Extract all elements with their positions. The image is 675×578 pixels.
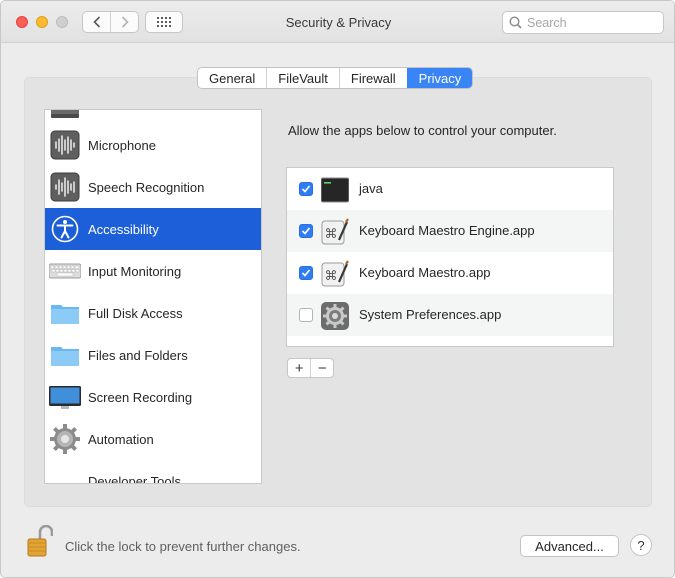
advanced-button[interactable]: Advanced... xyxy=(520,535,619,557)
accessibility-icon xyxy=(51,215,79,243)
sidebar-item-full-disk-access[interactable]: Full Disk Access xyxy=(45,292,261,334)
privacy-category-list[interactable]: Microphone Speech Recognition Accessibil… xyxy=(44,109,262,484)
help-button[interactable]: ? xyxy=(630,534,652,556)
app-row-keyboard-maestro[interactable]: ⌘ Keyboard Maestro.app xyxy=(287,252,613,294)
folder-icon xyxy=(51,305,79,324)
app-row-system-preferences[interactable]: System Preferences.app xyxy=(287,294,613,336)
display-icon xyxy=(49,386,81,409)
search-icon xyxy=(509,16,522,29)
app-checkbox[interactable] xyxy=(299,308,313,322)
tab-filevault[interactable]: FileVault xyxy=(266,68,339,88)
sidebar-item-files-and-folders[interactable]: Files and Folders xyxy=(45,334,261,376)
sidebar-item-label: Speech Recognition xyxy=(88,179,205,195)
system-preferences-icon xyxy=(321,302,349,330)
sidebar-item-label: Full Disk Access xyxy=(88,305,183,321)
search-field[interactable] xyxy=(502,11,664,34)
lock-status-text: Click the lock to prevent further change… xyxy=(65,539,301,554)
sidebar-item-label: Files and Folders xyxy=(88,347,188,363)
folder-icon xyxy=(51,347,79,366)
sidebar-item-developer-tools[interactable]: Developer Tools xyxy=(45,460,261,484)
tab-bar: General FileVault Firewall Privacy xyxy=(197,67,474,89)
svg-text:⌘: ⌘ xyxy=(325,269,338,284)
sidebar-item-screen-recording[interactable]: Screen Recording xyxy=(45,376,261,418)
sidebar-item-label: Microphone xyxy=(88,137,156,153)
app-name: Keyboard Maestro.app xyxy=(359,265,491,280)
app-checkbox[interactable] xyxy=(299,224,313,238)
sidebar-item-label: Developer Tools xyxy=(88,474,181,484)
app-name: Keyboard Maestro Engine.app xyxy=(359,223,535,238)
terminal-icon xyxy=(321,177,349,203)
sidebar-item-label: Screen Recording xyxy=(88,389,193,405)
partial-item-icon xyxy=(51,110,79,118)
lock-icon[interactable] xyxy=(27,525,53,557)
checkmark-icon xyxy=(301,185,311,193)
app-name: java xyxy=(359,181,383,196)
microphone-icon xyxy=(50,130,80,160)
sidebar-item-speech-recognition[interactable]: Speech Recognition xyxy=(45,166,261,208)
keyboard-maestro-icon: ⌘ xyxy=(321,218,349,245)
tab-privacy[interactable]: Privacy xyxy=(406,68,473,88)
tab-firewall[interactable]: Firewall xyxy=(338,68,407,88)
search-input[interactable] xyxy=(527,14,657,31)
sidebar-item-label: Accessibility xyxy=(88,221,159,237)
sidebar-item-automation[interactable]: Automation xyxy=(45,418,261,460)
sidebar-item-accessibility[interactable]: Accessibility xyxy=(45,208,261,250)
sidebar-item-input-monitoring[interactable]: Input Monitoring xyxy=(45,250,261,292)
add-app-button[interactable]: + xyxy=(288,359,310,377)
app-checkbox[interactable] xyxy=(299,266,313,280)
svg-text:⌘: ⌘ xyxy=(325,227,338,242)
security-privacy-window: Security & Privacy General FileVault Fir… xyxy=(0,0,675,578)
app-name: System Preferences.app xyxy=(359,307,502,322)
add-remove-group: + − xyxy=(287,358,334,378)
sidebar-item-label: Input Monitoring xyxy=(88,263,182,279)
title-bar: Security & Privacy xyxy=(1,1,674,43)
app-row-java[interactable]: java xyxy=(287,168,613,210)
checkmark-icon xyxy=(301,269,311,277)
remove-app-button[interactable]: − xyxy=(310,359,333,377)
keyboard-maestro-icon: ⌘ xyxy=(321,260,349,287)
tab-general[interactable]: General xyxy=(198,68,266,88)
app-checkbox[interactable] xyxy=(299,182,313,196)
pane-description: Allow the apps below to control your com… xyxy=(288,123,557,138)
sidebar-item-label: Automation xyxy=(88,431,154,447)
app-list[interactable]: java ⌘ Keyboard Maestro Engine.app ⌘ Key… xyxy=(286,167,614,347)
sidebar-item-microphone[interactable]: Microphone xyxy=(45,124,261,166)
gear-icon xyxy=(50,424,80,454)
keyboard-icon xyxy=(49,263,81,279)
checkmark-icon xyxy=(301,227,311,235)
speech-recognition-icon xyxy=(50,172,80,202)
app-row-keyboard-maestro-engine[interactable]: ⌘ Keyboard Maestro Engine.app xyxy=(287,210,613,252)
